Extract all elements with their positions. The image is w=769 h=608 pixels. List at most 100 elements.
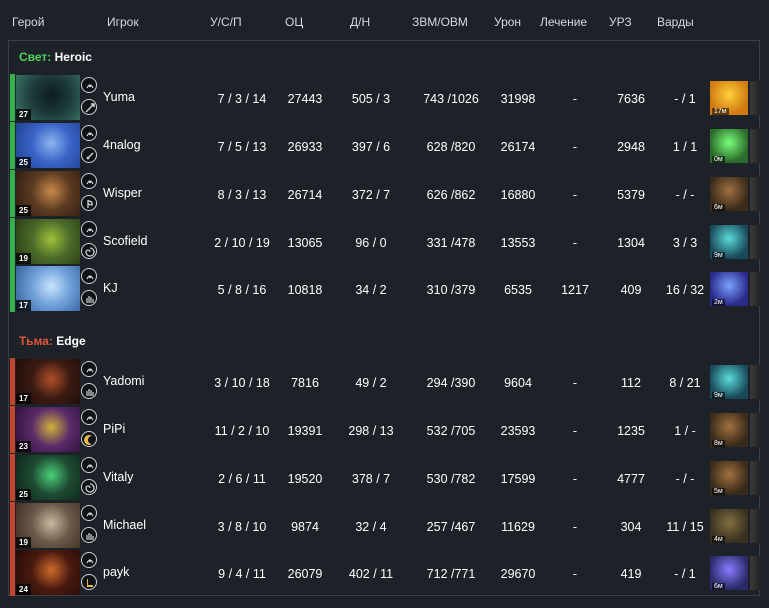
dagger-icon[interactable] xyxy=(81,147,97,163)
player-name[interactable]: payk xyxy=(103,565,129,579)
hero-portrait[interactable]: 17 xyxy=(16,266,80,311)
col-damage[interactable]: Урон xyxy=(494,15,521,29)
item-icon[interactable] xyxy=(750,461,760,495)
player-row[interactable]: 25 4nalog 7 / 5 / 13 26933 397 / 6 628 /820 26… xyxy=(10,122,760,169)
item-icon[interactable] xyxy=(750,81,760,115)
player-row[interactable]: 25 Wisper 8 / 3 / 13 26714 372 / 7 626 /862 16… xyxy=(10,170,760,217)
kda-value: 8 / 3 / 13 xyxy=(217,188,267,202)
player-row[interactable]: 27 Yuma 7 / 3 / 14 27443 505 / 3 743 /1026 319… xyxy=(10,74,760,121)
player-row[interactable]: 17 KJ 5 / 8 / 16 10818 34 / 2 310 /379 6535 121… xyxy=(10,265,760,312)
player-name[interactable]: Michael xyxy=(103,518,146,532)
swirl-icon[interactable] xyxy=(81,243,97,259)
player-name[interactable]: PiPi xyxy=(103,422,125,436)
tower-damage-value: 5379 xyxy=(617,188,645,202)
item-icon[interactable] xyxy=(750,225,760,259)
player-row[interactable]: 19 Michael 3 / 8 / 10 9874 32 / 4 257 /467 116… xyxy=(10,502,760,549)
hero-portrait-icon[interactable] xyxy=(81,125,97,141)
damage-value: 13553 xyxy=(500,236,536,250)
hero-portrait-icon[interactable] xyxy=(81,457,97,473)
sword-icon[interactable] xyxy=(81,99,97,115)
hero-portrait[interactable]: 19 xyxy=(16,503,80,548)
team-color-bar xyxy=(10,218,15,265)
item-icon[interactable]: 6м xyxy=(710,556,748,590)
gpm-xpm-value: 712 /771 xyxy=(426,567,476,581)
col-wards[interactable]: Варды xyxy=(657,15,694,29)
player-row[interactable]: 24 payk 9 / 4 / 11 26079 402 / 11 712 /771 296… xyxy=(10,549,760,596)
player-row[interactable]: 19 Scofield 2 / 10 / 19 13065 96 / 0 331 /478… xyxy=(10,218,760,265)
hand-icon[interactable] xyxy=(81,527,97,543)
hero-portrait[interactable]: 19 xyxy=(16,219,80,264)
hero-level: 25 xyxy=(16,157,31,168)
item-icon[interactable]: 17м xyxy=(710,81,748,115)
hero-portrait-icon[interactable] xyxy=(81,361,97,377)
col-player[interactable]: Игрок xyxy=(107,15,139,29)
col-kda[interactable]: У/С/П xyxy=(210,15,242,29)
item-icon[interactable]: 4м xyxy=(710,509,748,543)
hero-portrait[interactable]: 17 xyxy=(16,359,80,404)
col-score[interactable]: ОЦ xyxy=(285,15,303,29)
item-icon[interactable]: 2м xyxy=(710,272,748,306)
hero-portrait-icon[interactable] xyxy=(81,505,97,521)
item-icon[interactable]: 0м xyxy=(710,129,748,163)
hero-portrait-icon[interactable] xyxy=(81,552,97,568)
col-gpm-xpm[interactable]: ЗВМ/ОВМ xyxy=(412,15,468,29)
player-name[interactable]: Wisper xyxy=(103,186,142,200)
item-time: 6м xyxy=(712,204,725,211)
boot-icon[interactable] xyxy=(81,574,97,590)
lh-dn-value: 298 / 13 xyxy=(348,424,394,438)
hero-portrait[interactable]: 27 xyxy=(16,75,80,120)
player-row[interactable]: 23 PiPi 11 / 2 / 10 19391 298 / 13 532 /705 23… xyxy=(10,406,760,453)
player-name[interactable]: Vitaly xyxy=(103,470,133,484)
swirl-icon[interactable] xyxy=(81,479,97,495)
hero-portrait-icon[interactable] xyxy=(81,221,97,237)
col-lh-dn[interactable]: Д/Н xyxy=(350,15,370,29)
lh-dn-value: 397 / 6 xyxy=(351,140,391,154)
hero-portrait-icon[interactable] xyxy=(81,77,97,93)
axe-icon[interactable] xyxy=(81,195,97,211)
hand-icon[interactable] xyxy=(81,290,97,306)
hero-portrait[interactable]: 25 xyxy=(16,123,80,168)
item-icon[interactable] xyxy=(750,129,760,163)
item-icon[interactable] xyxy=(750,413,760,447)
player-name[interactable]: KJ xyxy=(103,281,118,295)
score-value: 26714 xyxy=(287,188,323,202)
gpm-xpm-value: 743 /1026 xyxy=(423,92,479,106)
hero-portrait-icon[interactable] xyxy=(81,409,97,425)
hero-portrait-icon[interactable] xyxy=(81,268,97,284)
item-icon[interactable]: 8м xyxy=(710,413,748,447)
item-time: 17м xyxy=(712,108,729,115)
item-icon[interactable]: 9м xyxy=(710,365,748,399)
item-icon[interactable]: 5м xyxy=(710,461,748,495)
healing-value: - xyxy=(572,472,578,486)
score-value: 27443 xyxy=(287,92,323,106)
item-icon[interactable] xyxy=(750,365,760,399)
col-hero[interactable]: Герой xyxy=(12,15,44,29)
item-icon[interactable] xyxy=(750,177,760,211)
healing-value: - xyxy=(572,567,578,581)
player-name[interactable]: Yadomi xyxy=(103,374,144,388)
player-name[interactable]: 4nalog xyxy=(103,138,141,152)
damage-value: 11629 xyxy=(501,520,535,534)
hero-portrait[interactable]: 23 xyxy=(16,407,80,452)
player-name[interactable]: Scofield xyxy=(103,234,147,248)
item-icon[interactable] xyxy=(750,509,760,543)
hand-icon[interactable] xyxy=(81,383,97,399)
kda-value: 5 / 8 / 16 xyxy=(217,283,267,297)
col-healing[interactable]: Лечение xyxy=(540,15,587,29)
player-row[interactable]: 17 Yadomi 3 / 10 / 18 7816 49 / 2 294 /390 960… xyxy=(10,358,760,405)
hero-portrait[interactable]: 24 xyxy=(16,550,80,595)
item-icon[interactable] xyxy=(750,272,760,306)
moon-icon[interactable] xyxy=(81,431,97,447)
hero-portrait-icon[interactable] xyxy=(81,173,97,189)
item-timeline: 0м xyxy=(710,129,760,163)
player-row[interactable]: 25 Vitaly 2 / 6 / 11 19520 378 / 7 530 /782 17… xyxy=(10,454,760,501)
col-tower-damage[interactable]: УРЗ xyxy=(609,15,632,29)
item-icon[interactable]: 6м xyxy=(710,177,748,211)
wards-value: - / 1 xyxy=(674,92,696,106)
item-icon[interactable] xyxy=(750,556,760,590)
item-icon[interactable]: 9м xyxy=(710,225,748,259)
hero-portrait[interactable]: 25 xyxy=(16,171,80,216)
hero-portrait[interactable]: 25 xyxy=(16,455,80,500)
tower-damage-value: 1235 xyxy=(617,424,645,438)
player-name[interactable]: Yuma xyxy=(103,90,135,104)
